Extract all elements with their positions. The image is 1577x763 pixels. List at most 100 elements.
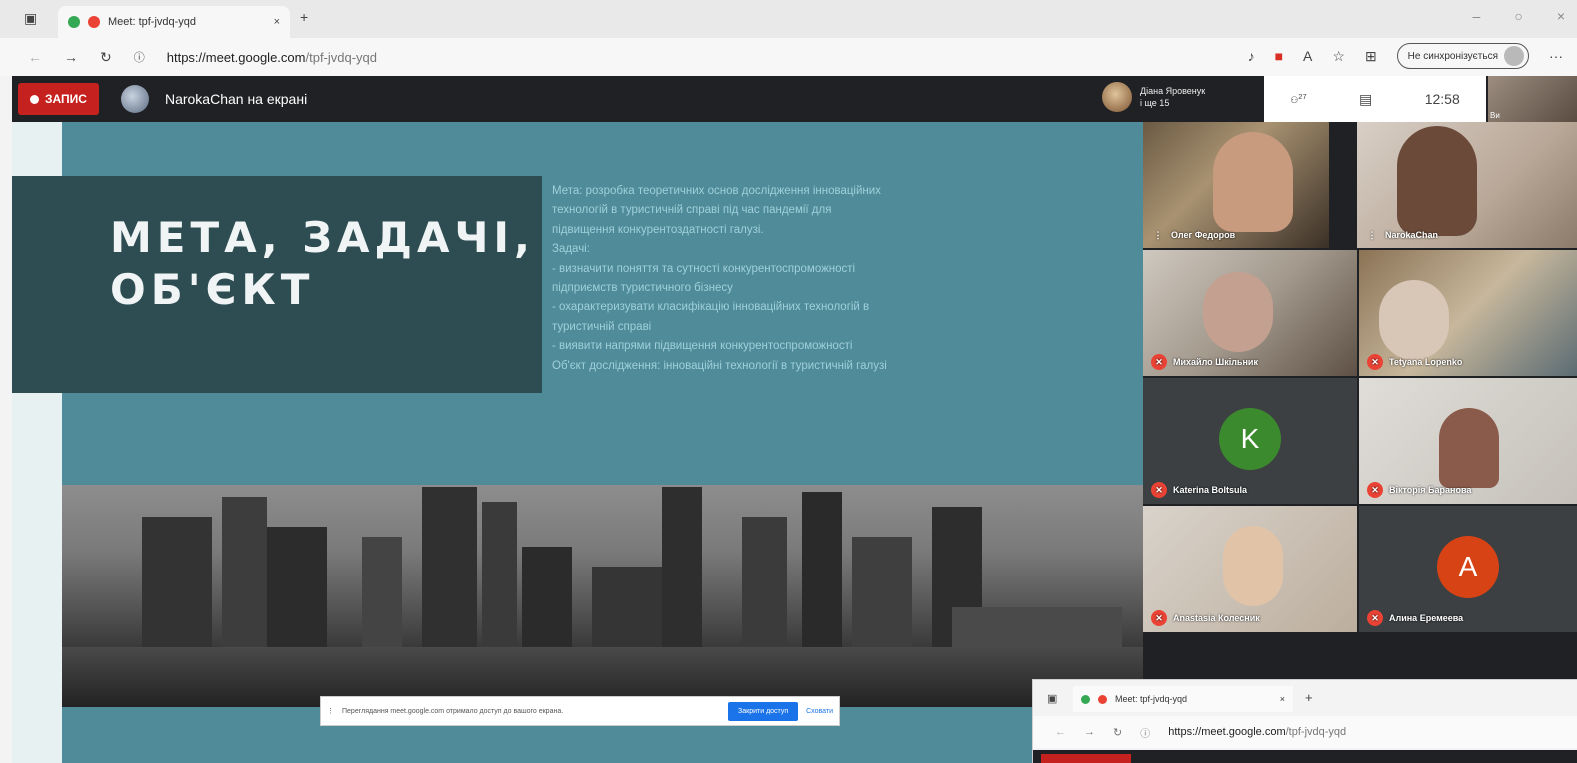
mic-muted-icon: ✕ <box>1151 354 1167 370</box>
nested-browser-window: ▣ Meet: tpf-jvdq-yqd × + ← → ↻ ⓘ https:/… <box>1032 679 1577 763</box>
mic-muted-icon: ✕ <box>1367 610 1383 626</box>
presenting-text: NarokaChan на екрані <box>164 91 308 107</box>
participant-label: ✕ Михайло Шкільник <box>1151 354 1258 370</box>
mic-on-icon: ⋮ <box>1153 229 1163 240</box>
address-bar[interactable]: https://meet.google.com/tpf-jvdq-yqd <box>167 50 377 65</box>
building <box>142 517 212 647</box>
participant-tile[interactable]: ✕ Вікторія Баранова <box>1359 378 1577 504</box>
url-path: /tpf-jvdq-yqd <box>305 49 378 65</box>
maximize-icon[interactable]: ○ <box>1514 8 1522 24</box>
sync-label: Не синхронізується <box>1407 50 1498 62</box>
participant-tile[interactable]: A ✕ Алина Еремеева <box>1359 506 1577 632</box>
nested-recording-icon <box>1098 694 1107 704</box>
chat-icon[interactable]: ▤ <box>1359 91 1372 108</box>
participant-video <box>1223 526 1283 606</box>
participant-name: Tetyana Lopenko <box>1389 357 1463 367</box>
participant-video <box>1379 280 1449 360</box>
recording-label: ЗАПИС <box>45 92 87 106</box>
meet-right-bar: Діана Яровенук і ще 15 ⚇27 ▤ 12:58 Ви <box>1092 76 1577 122</box>
url-host: https://meet.google.com <box>166 49 306 65</box>
participant-label: ✕ Вікторія Баранова <box>1367 482 1471 498</box>
nested-tab-actions-icon: ▣ <box>1047 693 1058 705</box>
participant-label: ✕ Tetyana Lopenko <box>1367 354 1462 370</box>
tab-actions-icon[interactable]: ▣ <box>24 10 37 27</box>
collections-icon[interactable]: ⊞ <box>1365 48 1377 65</box>
new-tab-button[interactable]: + <box>300 9 308 25</box>
favorites-icon[interactable]: ☆ <box>1332 48 1345 65</box>
reload-icon[interactable]: ↻ <box>100 49 112 66</box>
meet-favicon-icon <box>68 16 80 28</box>
city-skyline-image <box>62 485 1143 707</box>
browser-nav-bar: ← → ↻ ⓘ https://meet.google.com/tpf-jvdq… <box>0 38 1577 76</box>
close-tab-icon[interactable]: × <box>274 16 280 28</box>
self-label: Ви <box>1490 111 1500 120</box>
forward-icon[interactable]: → <box>64 49 78 65</box>
slide-text-line: туристичній справі <box>552 320 652 333</box>
back-icon[interactable]: ← <box>28 49 42 65</box>
participant-tile[interactable]: ⋮ Олег Федоров <box>1143 122 1329 248</box>
info-icon: ⓘ <box>133 52 145 64</box>
participant-name: NarokaChan <box>1385 230 1439 240</box>
stop-sharing-button[interactable]: Закрити доступ <box>728 701 799 721</box>
profile-sync-button[interactable]: Не синхронізується <box>1396 43 1529 69</box>
nested-meet-favicon-icon <box>1081 694 1090 704</box>
more-menu-icon[interactable]: ··· <box>1549 48 1563 64</box>
nested-nav-bar: ← → ↻ ⓘ https://meet.google.com/tpf-jvdq… <box>1033 716 1577 748</box>
participant-tile[interactable]: K ✕ Katerina Boltsula <box>1143 378 1357 504</box>
participant-label: ✕ Anastasia Колесник <box>1151 610 1260 626</box>
browser-tab[interactable]: Meet: tpf-jvdq-yqd × <box>58 6 290 38</box>
participant-initial-avatar: A <box>1437 536 1499 598</box>
participant-name: Вікторія Баранова <box>1389 485 1472 495</box>
meet-controls: ⚇27 ▤ 12:58 <box>1264 76 1486 122</box>
building <box>362 537 402 647</box>
building <box>852 537 912 647</box>
participant-name: Олег Федоров <box>1171 230 1236 240</box>
nested-close-tab-icon: × <box>1279 694 1285 704</box>
share-message: Переглядання meet.google.com отримало до… <box>342 707 564 715</box>
slide-text-line: - охарактеризувати класифікацію інноваці… <box>552 301 870 314</box>
building <box>662 487 702 647</box>
building <box>952 607 1122 647</box>
slide-title: МЕТА, ЗАДАЧІ, ОБ'ЄКТ <box>110 213 535 314</box>
nested-browser-tab: Meet: tpf-jvdq-yqd × <box>1073 686 1293 712</box>
slide-text-line: підприємств туристичного бізнесу <box>552 282 733 295</box>
participant-name: Алина Еремеева <box>1389 613 1464 623</box>
participant-tile[interactable]: ✕ Михайло Шкільник <box>1143 250 1357 376</box>
slide-title-box: МЕТА, ЗАДАЧІ, ОБ'ЄКТ <box>12 176 542 393</box>
participant-label: ✕ Katerina Boltsula <box>1151 482 1247 498</box>
minimize-icon[interactable]: – <box>1473 8 1481 24</box>
hide-button[interactable]: Сховати <box>806 708 833 715</box>
participant-video <box>1439 408 1499 488</box>
building <box>422 487 477 647</box>
mic-muted-icon: ✕ <box>1367 354 1383 370</box>
recording-badge[interactable]: ЗАПИС <box>18 83 99 115</box>
nested-info-icon: ⓘ <box>1140 728 1151 740</box>
participant-initial-avatar: K <box>1219 408 1281 470</box>
profile-avatar <box>1504 46 1524 66</box>
nested-url-path: /tpf-jvdq-yqd <box>1285 726 1347 738</box>
nested-reload-icon: ↻ <box>1113 726 1123 739</box>
participant-tile[interactable]: ✕ Tetyana Lopenko <box>1359 250 1577 376</box>
participant-tile[interactable]: ⋮ NarokaChan <box>1357 122 1577 248</box>
participant-video <box>1213 132 1293 232</box>
clock-time: 12:58 <box>1424 91 1460 107</box>
participants-button[interactable]: ⚇27 <box>1290 92 1306 106</box>
nested-address-bar: https://meet.google.com/tpf-jvdq-yqd <box>1168 726 1346 738</box>
speaker-others: і ще 15 <box>1140 98 1170 108</box>
participant-name: Katerina Boltsula <box>1173 485 1248 495</box>
screen: ▣ Meet: tpf-jvdq-yqd × + – ○ × ← → ↻ ⓘ h… <box>0 0 1577 763</box>
presented-slide: МЕТА, ЗАДАЧІ, ОБ'ЄКТ Мета: розробка теор… <box>12 122 1143 763</box>
self-view-tile[interactable]: Ви <box>1488 76 1577 122</box>
record-dot-icon <box>30 94 39 104</box>
participant-tile[interactable]: ✕ Anastasia Колесник <box>1143 506 1357 632</box>
participant-label: ✕ Алина Еремеева <box>1367 610 1463 626</box>
reader-icon[interactable]: A <box>1303 48 1312 64</box>
microphone-icon[interactable]: ♪ <box>1248 48 1255 64</box>
building <box>522 547 572 647</box>
slide-text-line: технологій в туристичній справі під час … <box>552 204 832 217</box>
close-window-icon[interactable]: × <box>1557 8 1565 24</box>
participant-name: Михайло Шкільник <box>1173 357 1258 367</box>
slide-text-line: - виявити напрями підвищення конкурентос… <box>552 340 853 353</box>
camera-blocked-icon[interactable]: ■ <box>1275 48 1283 64</box>
nested-url-host: https://meet.google.com <box>1168 726 1286 738</box>
